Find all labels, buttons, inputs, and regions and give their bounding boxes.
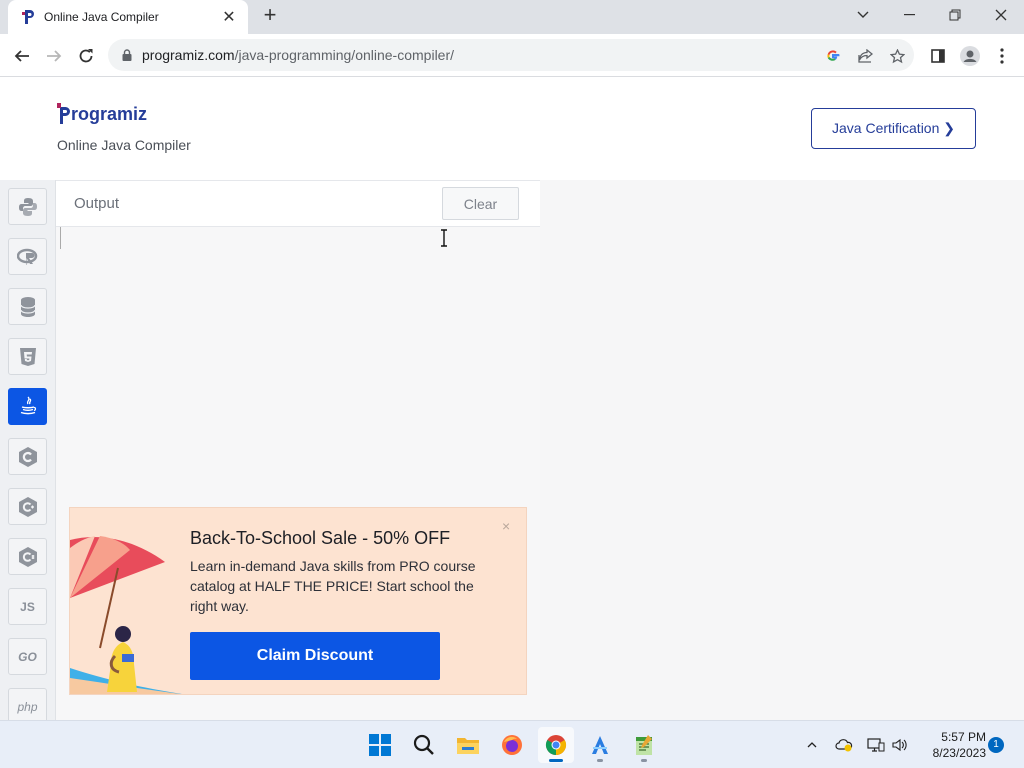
notepad-icon xyxy=(636,735,652,755)
language-sidebar: JS GO php xyxy=(0,180,56,725)
browser-tab[interactable]: Online Java Compiler ✕ xyxy=(8,0,248,34)
sidebar-item-c[interactable] xyxy=(8,438,47,475)
sidebar-item-java[interactable] xyxy=(8,388,47,425)
database-icon xyxy=(19,296,36,317)
firefox-icon xyxy=(502,735,522,755)
sidebar-item-r[interactable] xyxy=(8,238,47,275)
sidebar-item-sql[interactable] xyxy=(8,288,47,325)
tab-search-icon[interactable] xyxy=(840,0,886,30)
page-subtitle: Online Java Compiler xyxy=(57,137,191,153)
file-explorer-icon xyxy=(457,738,479,754)
empty-panel xyxy=(540,180,1024,720)
running-indicator xyxy=(597,759,603,762)
taskbar-notepad[interactable] xyxy=(626,727,662,763)
reload-button[interactable] xyxy=(72,42,100,70)
taskbar-file-explorer[interactable] xyxy=(450,727,486,763)
clear-button[interactable]: Clear xyxy=(442,187,519,220)
address-bar[interactable]: programiz.com/java-programming/online-co… xyxy=(108,39,914,71)
browser-menu-icon[interactable] xyxy=(988,42,1016,70)
active-indicator xyxy=(549,759,563,762)
taskbar-app-a[interactable] xyxy=(582,727,618,763)
running-indicator xyxy=(641,759,647,762)
sidebar-item-cpp[interactable] xyxy=(8,488,47,525)
lock-icon[interactable] xyxy=(120,48,134,62)
forward-arrow-icon xyxy=(47,50,62,62)
text-caret xyxy=(60,227,61,249)
programiz-favicon-icon xyxy=(22,10,34,24)
claim-discount-button[interactable]: Claim Discount xyxy=(190,632,440,680)
r-language-icon xyxy=(16,248,37,265)
url-host: programiz.com xyxy=(142,47,235,63)
go-icon: GO xyxy=(18,649,37,664)
python-icon xyxy=(18,197,37,216)
sidebar-item-python[interactable] xyxy=(8,188,47,225)
output-header: Output Clear xyxy=(56,180,540,227)
side-panel-icon[interactable] xyxy=(924,42,952,70)
chrome-icon xyxy=(545,735,567,756)
show-hidden-icons-chevron-icon[interactable] xyxy=(802,735,822,755)
volume-icon[interactable] xyxy=(890,735,910,755)
html5-icon xyxy=(19,347,36,366)
clock-date: 8/23/2023 xyxy=(932,746,986,760)
clock-time: 5:57 PM xyxy=(941,730,986,744)
back-arrow-icon xyxy=(14,50,29,62)
url-text: programiz.com/java-programming/online-co… xyxy=(142,47,454,63)
minimize-button[interactable] xyxy=(886,0,932,30)
restore-button[interactable] xyxy=(932,0,978,30)
sidebar-item-js[interactable]: JS xyxy=(8,588,47,625)
java-certification-button[interactable]: Java Certification ❯ xyxy=(811,108,976,149)
windows-start-icon xyxy=(369,734,391,756)
taskbar-chrome[interactable] xyxy=(538,727,574,763)
url-path: /java-programming/online-compiler/ xyxy=(234,47,455,63)
tab-close-icon[interactable]: ✕ xyxy=(220,7,238,27)
taskbar-firefox[interactable] xyxy=(494,727,530,763)
app-a-icon xyxy=(592,736,608,754)
cpp-icon xyxy=(18,496,37,517)
back-button[interactable] xyxy=(8,42,36,70)
js-icon: JS xyxy=(20,599,35,614)
browser-toolbar: programiz.com/java-programming/online-co… xyxy=(0,34,1024,77)
forward-button[interactable] xyxy=(40,42,68,70)
windows-taskbar: 5:57 PM 8/23/2023 1 xyxy=(0,720,1024,768)
text-cursor-icon xyxy=(441,229,447,247)
browser-tab-strip: Online Java Compiler ✕ + xyxy=(0,0,1024,34)
onedrive-warning-icon[interactable] xyxy=(834,735,854,755)
promo-banner: × Back-To-School Sale - 50% OFF Learn in… xyxy=(69,507,527,695)
search-icon xyxy=(413,734,434,755)
programiz-logo[interactable]: rogramiz xyxy=(57,103,147,125)
tab-title: Online Java Compiler xyxy=(44,10,159,24)
output-title: Output xyxy=(74,195,120,212)
php-icon: php xyxy=(17,699,38,714)
java-icon xyxy=(20,396,36,414)
logo-text: rogramiz xyxy=(71,103,148,124)
system-clock[interactable]: 5:57 PM 8/23/2023 xyxy=(918,729,986,761)
promo-close-icon[interactable]: × xyxy=(502,518,510,534)
google-translate-icon[interactable] xyxy=(824,47,842,65)
promo-text: Learn in-demand Java skills from PRO cou… xyxy=(190,558,476,614)
programiz-logo-p-icon xyxy=(57,103,70,124)
promo-title: Back-To-School Sale - 50% OFF xyxy=(190,528,451,548)
new-tab-button[interactable]: + xyxy=(258,4,282,28)
network-icon[interactable] xyxy=(866,735,886,755)
site-header: rogramiz Online Java Compiler Java Certi… xyxy=(0,77,1024,180)
c-language-icon xyxy=(18,446,37,467)
csharp-icon xyxy=(18,546,37,567)
start-button[interactable] xyxy=(362,727,398,763)
profile-avatar-icon[interactable] xyxy=(956,42,984,70)
close-window-button[interactable] xyxy=(978,0,1024,30)
sidebar-item-go[interactable]: GO xyxy=(8,638,47,675)
taskbar-search-button[interactable] xyxy=(406,727,442,763)
beach-umbrella-illustration xyxy=(70,536,182,694)
notification-badge[interactable]: 1 xyxy=(988,737,1004,753)
sidebar-item-csharp[interactable] xyxy=(8,538,47,575)
sidebar-item-html[interactable] xyxy=(8,338,47,375)
bookmark-star-icon[interactable] xyxy=(888,47,906,65)
share-icon[interactable] xyxy=(856,47,874,65)
reload-icon xyxy=(79,49,93,63)
